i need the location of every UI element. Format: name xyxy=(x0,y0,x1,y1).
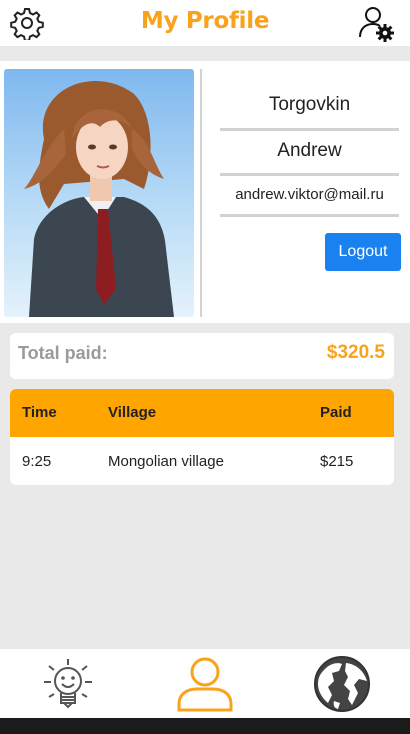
payments-table: Time Village Paid 9:25 Mongolian village… xyxy=(10,389,394,485)
column-header-village: Village xyxy=(108,404,157,421)
nav-item-ideas[interactable] xyxy=(0,649,136,718)
lightbulb-icon xyxy=(44,659,92,709)
name-field: Andrew xyxy=(220,131,399,176)
surname-field: Torgovkin xyxy=(220,81,399,131)
user-settings-icon[interactable] xyxy=(356,4,396,42)
cell-time: 9:25 xyxy=(22,453,52,470)
profile-card: Torgovkin Andrew andrew.viktor@mail.ru L… xyxy=(0,61,410,323)
bottom-navigation xyxy=(0,649,410,718)
column-header-paid: Paid xyxy=(320,404,352,421)
table-row[interactable]: 9:25 Mongolian village $215 xyxy=(10,437,394,485)
cell-village: Mongolian village xyxy=(108,453,224,470)
profile-icon xyxy=(177,657,233,712)
total-paid-label: Total paid: xyxy=(18,343,108,363)
table-header: Time Village Paid xyxy=(10,389,394,437)
nav-item-profile[interactable] xyxy=(137,649,273,718)
profile-photo xyxy=(4,69,194,317)
page-title: My Profile xyxy=(140,8,270,34)
total-paid-card: Total paid: $320.5 xyxy=(10,333,394,379)
cell-paid: $215 xyxy=(320,453,354,470)
total-paid-value: $320.5 xyxy=(326,342,385,363)
globe-icon xyxy=(314,656,370,712)
column-header-time: Time xyxy=(22,404,57,421)
vertical-divider xyxy=(200,69,202,317)
system-navigation-bar xyxy=(0,718,410,734)
app-header: My Profile xyxy=(0,0,410,46)
nav-item-explore[interactable] xyxy=(274,649,410,718)
logout-button[interactable]: Logout xyxy=(325,233,401,271)
email-field: andrew.viktor@mail.ru xyxy=(220,176,399,217)
